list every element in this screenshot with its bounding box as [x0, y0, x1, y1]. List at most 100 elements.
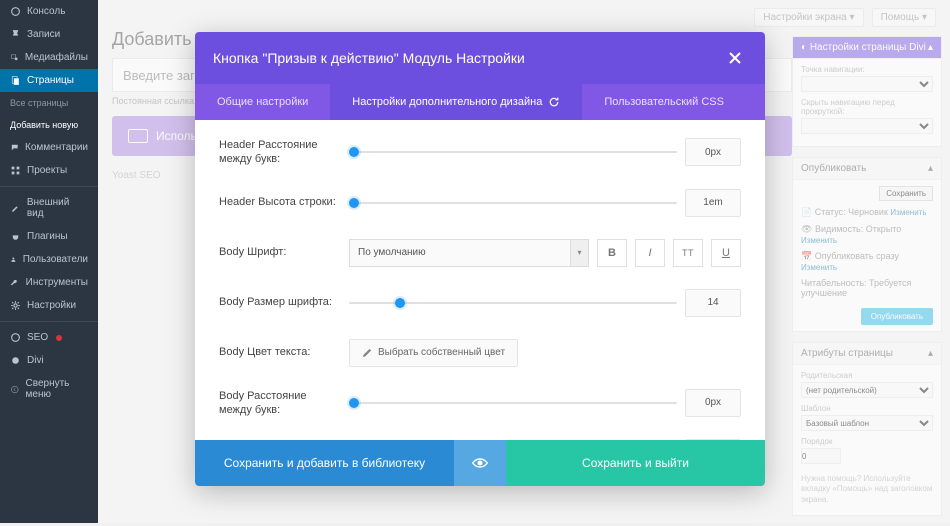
- order-input[interactable]: [801, 448, 841, 464]
- edit-link[interactable]: Изменить: [801, 236, 837, 245]
- sidebar-label: Divi: [27, 355, 44, 366]
- body-spacing-slider[interactable]: [349, 397, 677, 409]
- divi-page-settings-box: ◐ Настройки страницы Divi▴ Точка навигац…: [792, 36, 942, 147]
- header-spacing-value[interactable]: 0px: [685, 138, 741, 166]
- meta-label: Точка навигации:: [801, 65, 933, 74]
- parent-select[interactable]: (нет родительской): [801, 382, 933, 398]
- wrench-icon: [10, 277, 20, 288]
- plug-icon: [10, 231, 21, 242]
- chevron-up-icon: ▴: [928, 348, 933, 359]
- sidebar-separator: [0, 186, 98, 187]
- body-size-value[interactable]: 14: [685, 289, 741, 317]
- sidebar-item-media[interactable]: Медиафайлы: [0, 46, 98, 69]
- save-and-exit-button[interactable]: Сохранить и выйти: [506, 440, 765, 486]
- modal-header: Кнопка "Призыв к действию" Модуль Настро…: [195, 32, 765, 84]
- sidebar-item-pages[interactable]: Страницы: [0, 69, 98, 92]
- pin-icon: [10, 29, 21, 40]
- eye-icon: [472, 458, 488, 468]
- meta-label: Шаблон: [801, 404, 933, 413]
- row-label: Body Расстояние между букв:: [219, 389, 349, 418]
- sidebar-item-comments[interactable]: Комментарии: [0, 136, 98, 159]
- row-body-spacing: Body Расстояние между букв: 0px: [219, 389, 741, 418]
- sidebar-item-posts[interactable]: Записи: [0, 23, 98, 46]
- sidebar-sub-add-new[interactable]: Добавить новую: [0, 114, 98, 136]
- body-color-button[interactable]: Выбрать собственный цвет: [349, 339, 518, 367]
- edit-link[interactable]: Изменить: [890, 208, 926, 217]
- builder-icon: [128, 129, 148, 143]
- header-lineheight-slider[interactable]: [349, 197, 677, 209]
- save-draft-button[interactable]: Сохранить: [879, 186, 933, 201]
- sidebar-label: Комментарии: [25, 142, 88, 153]
- sidebar-item-collapse[interactable]: Свернуть меню: [0, 372, 98, 406]
- tab-css[interactable]: Пользовательский CSS: [582, 84, 746, 120]
- media-icon: [10, 52, 19, 63]
- sidebar-item-tools[interactable]: Инструменты: [0, 271, 98, 294]
- sidebar-item-settings[interactable]: Настройки: [0, 294, 98, 317]
- collapse-icon: [10, 384, 20, 395]
- close-button[interactable]: [723, 46, 747, 70]
- comments-icon: [10, 142, 19, 153]
- projects-icon: [10, 165, 21, 176]
- sidebar-item-appearance[interactable]: Внешний вид: [0, 191, 98, 225]
- publish-button[interactable]: Опубликовать: [861, 308, 933, 325]
- readability-text: Читабельность: Требуется улучшение: [801, 278, 933, 298]
- edit-link[interactable]: Изменить: [801, 263, 837, 272]
- sidebar-item-divi[interactable]: Divi: [0, 349, 98, 372]
- header-spacing-slider[interactable]: [349, 146, 677, 158]
- tab-general[interactable]: Общие настройки: [195, 84, 330, 120]
- save-to-library-button[interactable]: Сохранить и добавить в библиотеку: [195, 440, 454, 486]
- user-icon: [10, 254, 17, 265]
- sidebar-item-seo[interactable]: SEO: [0, 326, 98, 349]
- sidebar-label: Инструменты: [26, 277, 88, 288]
- row-label: Body Цвет текста:: [219, 345, 349, 359]
- underline-button[interactable]: U: [711, 239, 741, 267]
- sidebar-item-console[interactable]: Консоль: [0, 0, 98, 23]
- body-spacing-value[interactable]: 0px: [685, 389, 741, 417]
- sidebar-label: Внешний вид: [27, 197, 88, 219]
- sidebar-label: Настройки: [27, 300, 76, 311]
- topbar: Настройки экрана ▾ Помощь ▾: [112, 8, 936, 27]
- hide-nav-select[interactable]: [801, 118, 933, 134]
- meta-box-header[interactable]: ◐ Настройки страницы Divi▴: [793, 37, 941, 59]
- row-header-lineheight: Header Высота строки: 1em: [219, 189, 741, 217]
- sidebar-item-plugins[interactable]: Плагины: [0, 225, 98, 248]
- chevron-down-icon[interactable]: ▾: [571, 239, 589, 267]
- sidebar-label: Плагины: [27, 231, 68, 242]
- meta-label: Родительская: [801, 371, 933, 380]
- meta-box-header[interactable]: Атрибуты страницы▴: [793, 343, 941, 365]
- body-size-slider[interactable]: [349, 297, 677, 309]
- row-body-size: Body Размер шрифта: 14: [219, 289, 741, 317]
- meta-box-header[interactable]: Опубликовать▴: [793, 158, 941, 180]
- tab-design[interactable]: Настройки дополнительного дизайна: [330, 84, 582, 120]
- screen-options-button[interactable]: Настройки экрана ▾: [754, 8, 863, 27]
- sidebar-item-users[interactable]: Пользователи: [0, 248, 98, 271]
- uppercase-button[interactable]: TT: [673, 239, 703, 267]
- modal-body: Header Расстояние между букв: 0px Header…: [195, 120, 765, 440]
- sidebar-label: Добавить новую: [10, 120, 78, 130]
- row-body-color: Body Цвет текста: Выбрать собственный цв…: [219, 339, 741, 367]
- visibility-text: 👁 Видимость: Открыто: [801, 224, 901, 234]
- italic-button[interactable]: I: [635, 239, 665, 267]
- chevron-up-icon: ▴: [928, 42, 933, 53]
- nav-point-select[interactable]: [801, 76, 933, 92]
- header-lineheight-value[interactable]: 1em: [685, 189, 741, 217]
- body-font-select[interactable]: По умолчанию: [349, 239, 571, 267]
- sidebar-label: Все страницы: [10, 98, 68, 108]
- sidebar-item-projects[interactable]: Проекты: [0, 159, 98, 182]
- sidebar-label: Проекты: [27, 165, 67, 176]
- bold-button[interactable]: B: [597, 239, 627, 267]
- sidebar-sub-all-pages[interactable]: Все страницы: [0, 92, 98, 114]
- row-label: Body Размер шрифта:: [219, 295, 349, 309]
- modal-tabs: Общие настройки Настройки дополнительног…: [195, 84, 765, 120]
- publish-box: Опубликовать▴ Сохранить 📄 Статус: Чернов…: [792, 157, 942, 332]
- row-label: Header Расстояние между букв:: [219, 138, 349, 167]
- sidebar-label: Записи: [27, 29, 60, 40]
- module-settings-modal: Кнопка "Призыв к действию" Модуль Настро…: [195, 32, 765, 486]
- preview-button[interactable]: [454, 440, 506, 486]
- meta-column: ◐ Настройки страницы Divi▴ Точка навигац…: [792, 36, 942, 526]
- template-select[interactable]: Базовый шаблон: [801, 415, 933, 431]
- refresh-icon: [548, 96, 560, 108]
- help-button[interactable]: Помощь ▾: [872, 8, 936, 27]
- page-attributes-box: Атрибуты страницы▴ Родительская (нет роди…: [792, 342, 942, 516]
- seo-icon: [10, 332, 21, 343]
